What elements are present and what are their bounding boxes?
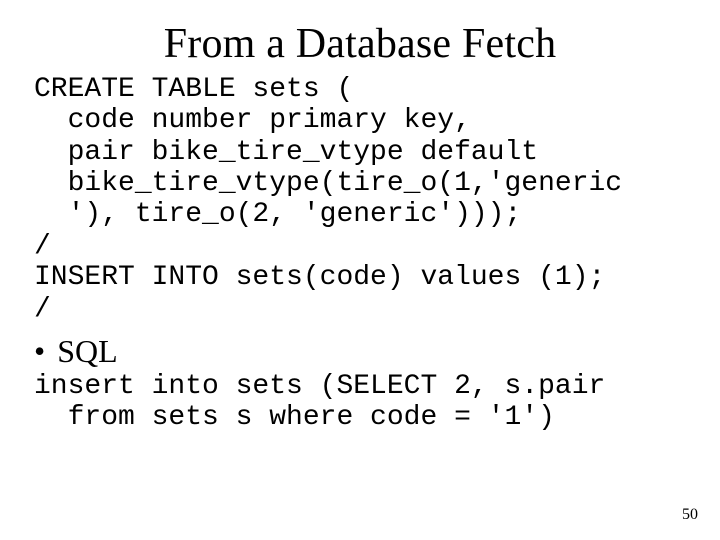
bullet-item-sql: • SQL	[34, 335, 686, 367]
code-block-insert: insert into sets (SELECT 2, s.pair from …	[34, 371, 686, 434]
code-line: insert into sets (SELECT 2, s.pair	[34, 371, 605, 402]
code-line: CREATE TABLE sets (	[34, 74, 353, 105]
code-line: '), tire_o(2, 'generic')));	[34, 199, 521, 230]
code-line: code number primary key,	[34, 105, 471, 136]
bullet-label: SQL	[57, 335, 117, 367]
code-block-create: CREATE TABLE sets ( code number primary …	[34, 74, 686, 325]
code-line: /	[34, 231, 51, 262]
code-line: pair bike_tire_vtype default	[34, 137, 538, 168]
page-number: 50	[682, 506, 698, 524]
code-line: from sets s where code = '1')	[34, 402, 555, 433]
code-line: bike_tire_vtype(tire_o(1,'generic	[34, 168, 622, 199]
bullet-dot-icon: •	[34, 335, 45, 367]
code-line: INSERT INTO sets(code) values (1);	[34, 262, 605, 293]
slide: From a Database Fetch CREATE TABLE sets …	[0, 0, 720, 540]
code-line: /	[34, 294, 51, 325]
slide-title: From a Database Fetch	[34, 20, 686, 68]
